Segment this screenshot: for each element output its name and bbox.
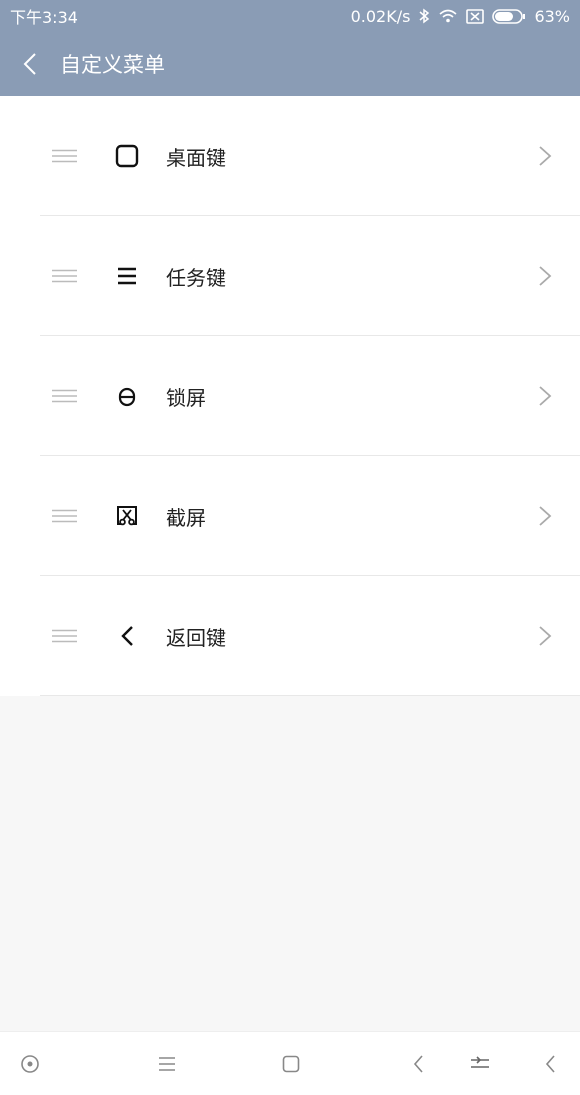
navigation-bar <box>0 1031 580 1095</box>
sim-icon <box>466 8 485 24</box>
network-speed: 0.02K/s <box>350 6 411 26</box>
menu-item-label: 返回键 <box>166 625 226 650</box>
chevron-right-icon <box>539 506 552 526</box>
wifi-icon <box>438 9 458 23</box>
divider <box>40 695 580 696</box>
battery-percent: 63% <box>534 6 570 26</box>
back-button[interactable] <box>0 32 60 96</box>
back-arrow-icon <box>23 53 36 75</box>
drag-handle-icon[interactable] <box>52 389 77 403</box>
menu-item-label: 截屏 <box>166 505 206 530</box>
back-chevron-icon[interactable] <box>536 1050 564 1078</box>
drag-handle-icon[interactable] <box>52 509 77 523</box>
back-chevron-icon <box>114 623 140 649</box>
app-header: 自定义菜单 <box>0 32 580 96</box>
menu-item-home-key[interactable]: 桌面键 <box>0 96 580 216</box>
drag-handle-icon[interactable] <box>52 269 77 283</box>
status-time: 下午3:34 <box>10 8 78 27</box>
back-chevron-icon[interactable] <box>404 1050 432 1078</box>
menu-item-screenshot[interactable]: 截屏 <box>0 456 580 576</box>
home-square-icon[interactable] <box>277 1050 305 1078</box>
hamburger-icon <box>114 263 140 289</box>
menu-item-label: 锁屏 <box>166 385 206 410</box>
bluetooth-icon <box>418 8 430 24</box>
menu-item-task-key[interactable]: 任务键 <box>0 216 580 336</box>
menu-item-label: 任务键 <box>166 265 226 290</box>
chevron-right-icon <box>539 266 552 286</box>
menu-item-lock-screen[interactable]: 锁屏 <box>0 336 580 456</box>
drag-handle-icon[interactable] <box>52 629 77 643</box>
chevron-right-icon <box>539 386 552 406</box>
split-icon[interactable] <box>466 1050 494 1078</box>
menu-icon[interactable] <box>153 1050 181 1078</box>
status-right: 0.02K/s 63% <box>351 7 570 26</box>
square-icon <box>114 143 140 169</box>
menu-item-label: 桌面键 <box>166 145 226 170</box>
status-bar: 下午3:34 0.02K/s 63% <box>0 0 580 32</box>
battery-icon <box>492 8 526 24</box>
page-title: 自定义菜单 <box>60 53 165 77</box>
custom-menu-list: 桌面键 任务键 锁屏 截屏 返回键 <box>0 96 580 696</box>
drag-handle-icon[interactable] <box>52 149 77 163</box>
lock-icon <box>114 383 140 409</box>
menu-item-back-key[interactable]: 返回键 <box>0 576 580 696</box>
circle-dot-icon[interactable] <box>16 1050 44 1078</box>
screenshot-scissors-icon <box>114 503 140 529</box>
chevron-right-icon <box>539 146 552 166</box>
chevron-right-icon <box>539 626 552 646</box>
